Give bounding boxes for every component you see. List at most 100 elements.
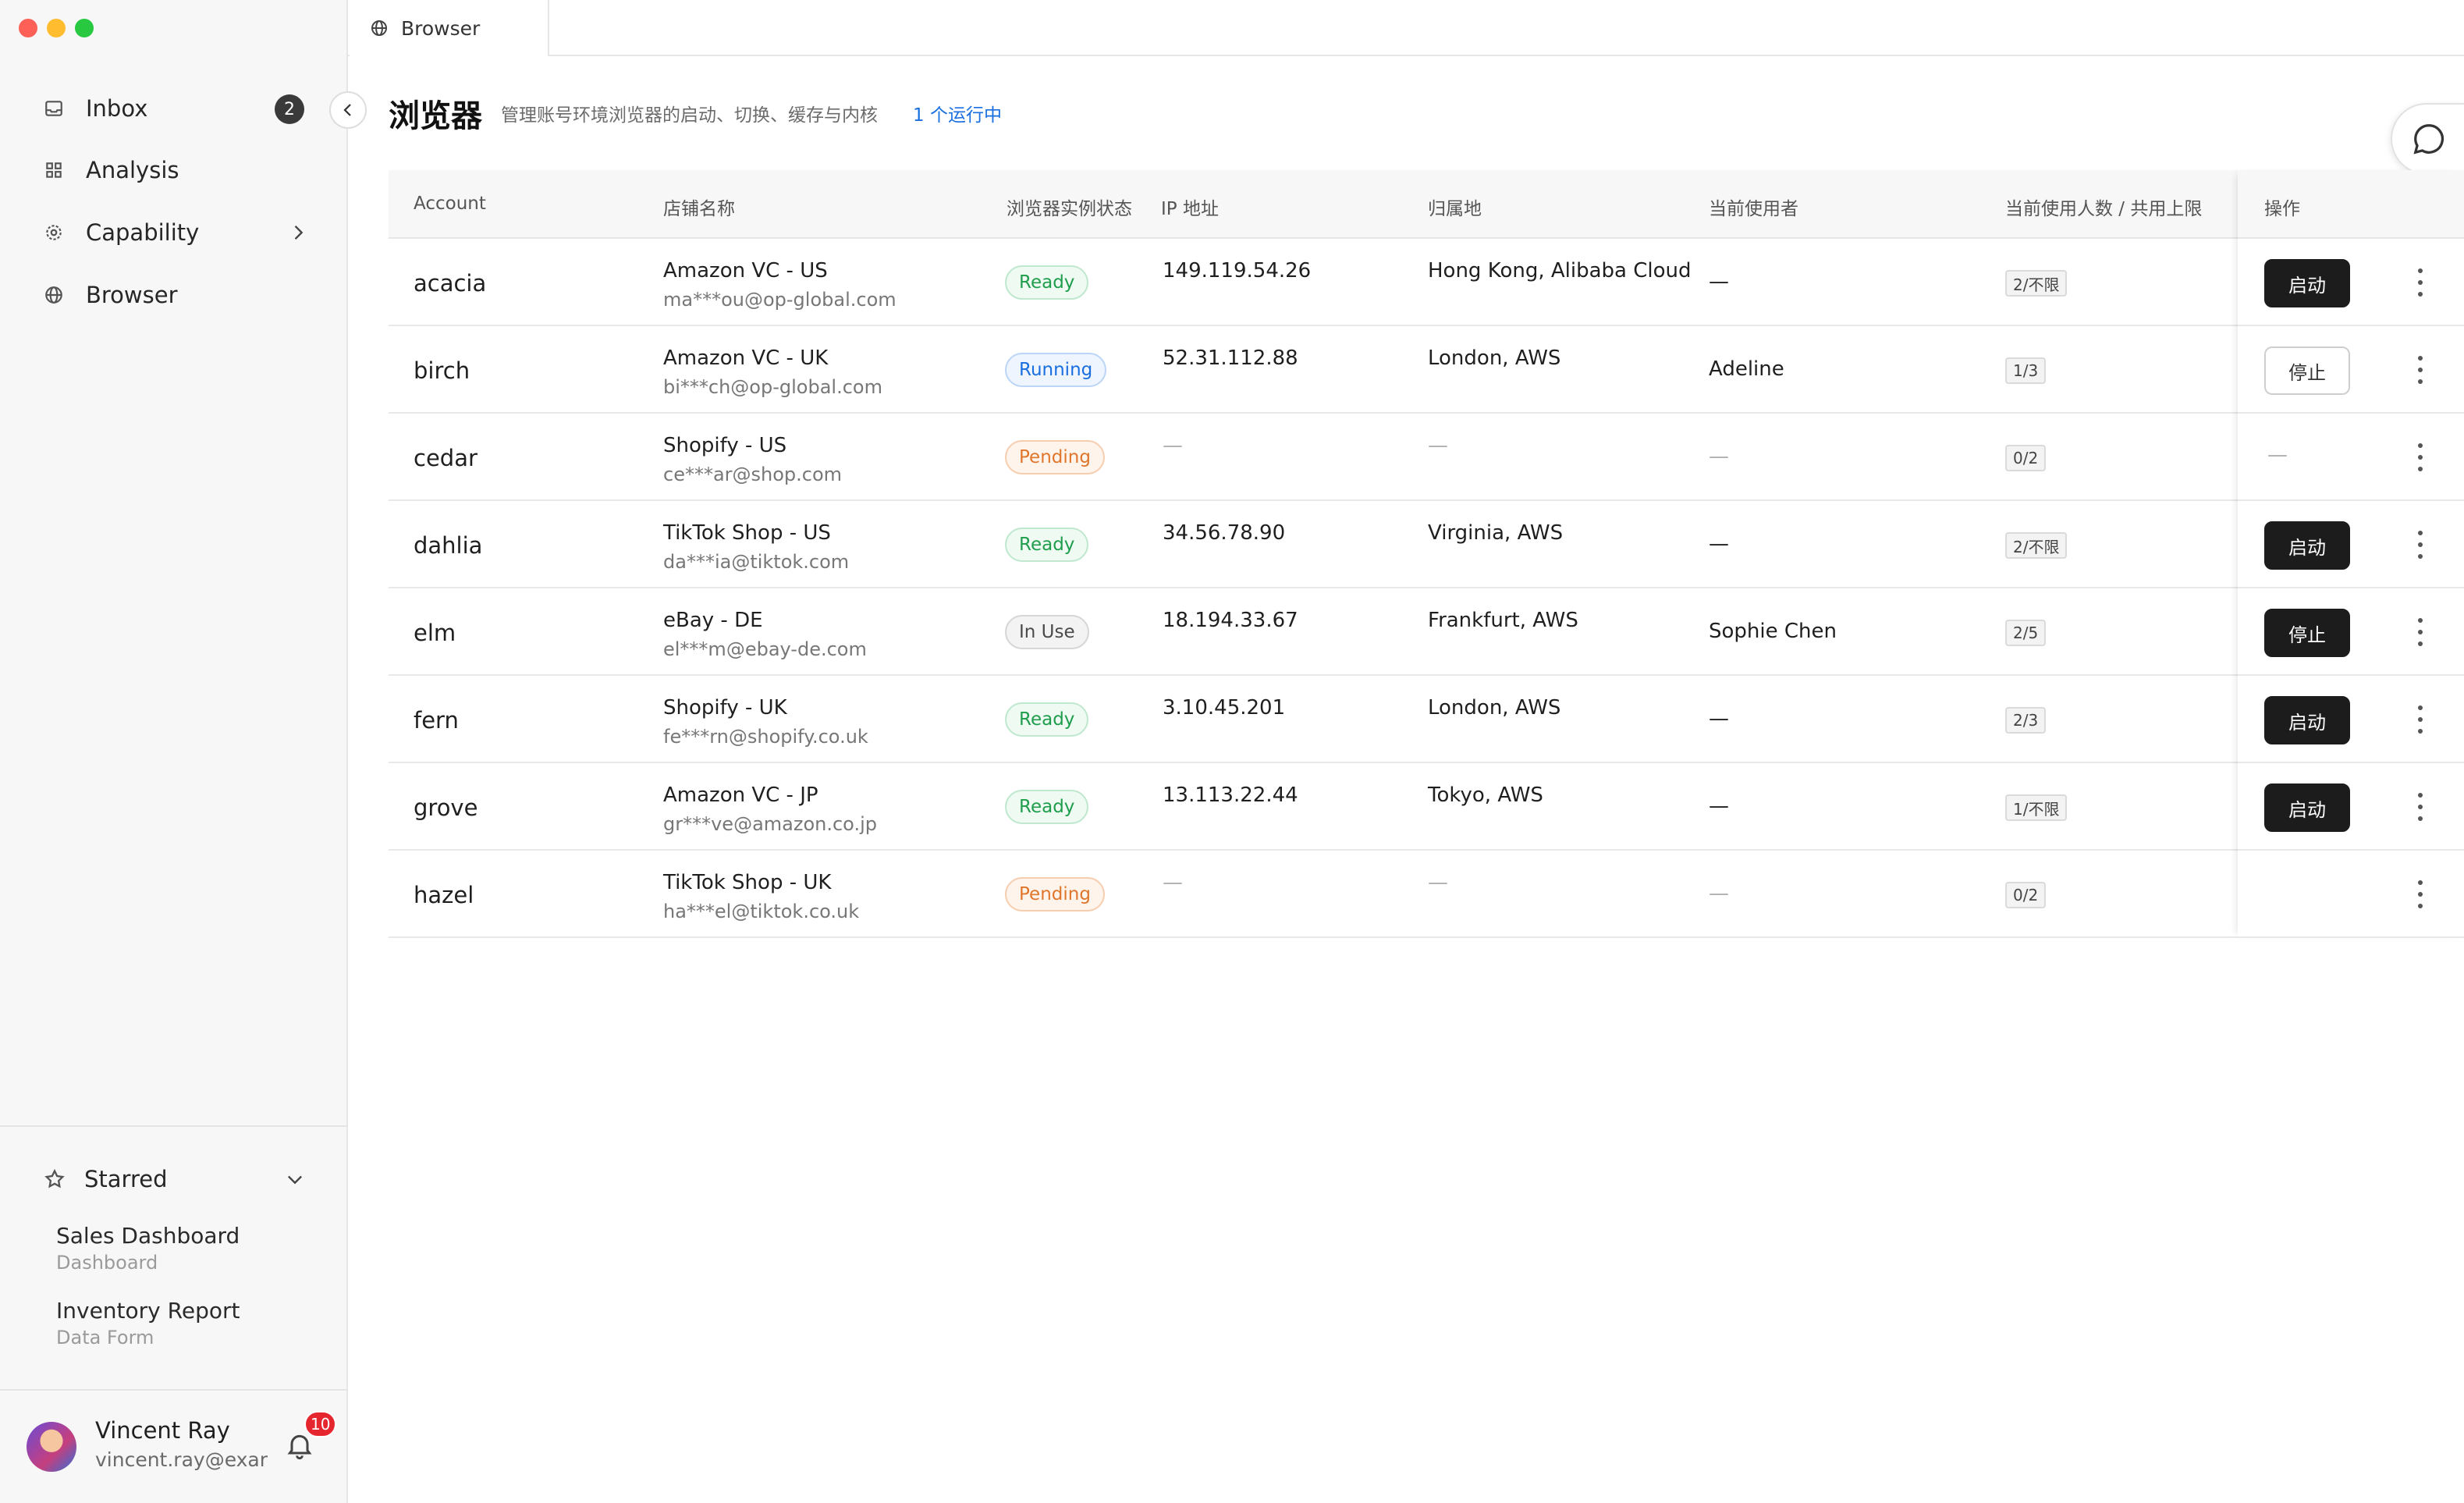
location: —	[1428, 871, 1448, 894]
location: Virginia, AWS	[1428, 521, 1564, 545]
chat-bubble-icon	[2413, 124, 2444, 155]
account-name: elm	[414, 620, 456, 646]
table-row[interactable]: fern Shopify - UK fe***rn@shopify.co.uk Rea…	[389, 676, 2464, 763]
current-user: —	[1709, 532, 1729, 556]
chevron-left-icon	[343, 104, 351, 116]
status-badge: Pending	[1005, 440, 1105, 474]
store-name: Amazon VC - JP	[663, 783, 818, 807]
ip-address: —	[1163, 434, 1183, 457]
start-button[interactable]: 启动	[2264, 696, 2350, 744]
window-minimize-button[interactable]	[47, 19, 66, 37]
sidebar-divider	[0, 1125, 348, 1127]
more-options-icon[interactable]	[2413, 618, 2428, 646]
no-action-placeholder: —	[2267, 443, 2288, 467]
usage-limit-badge: 2/不限	[2005, 532, 2068, 559]
page-description: 管理账号环境浏览器的启动、切换、缓存与内核	[501, 105, 878, 126]
status-badge: Running	[1005, 353, 1107, 387]
more-options-icon[interactable]	[2413, 705, 2428, 734]
current-user: Adeline	[1709, 357, 1784, 381]
starred-item-title: Inventory Report	[56, 1298, 240, 1324]
stop-button[interactable]: 停止	[2264, 609, 2350, 657]
store-name: TikTok Shop - UK	[663, 871, 832, 894]
more-options-icon[interactable]	[2413, 356, 2428, 384]
globe-icon	[371, 20, 387, 36]
more-options-icon[interactable]	[2413, 443, 2428, 471]
user-profile[interactable]: Vincent Ray vincent.ray@exar 10	[27, 1411, 337, 1478]
current-user: —	[1709, 707, 1729, 730]
status-badge: Pending	[1005, 877, 1105, 911]
status-badge: In Use	[1005, 615, 1089, 649]
account-name: acacia	[414, 270, 487, 297]
action-cell: 启动	[2238, 239, 2464, 326]
star-icon	[44, 1168, 65, 1189]
store-email: ma***ou@op-global.com	[663, 289, 896, 311]
tab-browser[interactable]: Browser	[350, 0, 549, 56]
starred-item-inventory-report[interactable]: Inventory Report Data Form	[56, 1297, 240, 1350]
usage-limit-badge: 0/2	[2005, 882, 2047, 908]
stop-button[interactable]: 停止	[2264, 346, 2350, 395]
table-row[interactable]: acacia Amazon VC - US ma***ou@op-global.co…	[389, 239, 2464, 326]
usage-limit-badge: 1/3	[2005, 357, 2047, 384]
status-badge: Ready	[1005, 528, 1089, 562]
ip-address: 18.194.33.67	[1163, 609, 1298, 632]
notification-badge: 10	[304, 1411, 337, 1437]
more-options-icon[interactable]	[2413, 880, 2428, 908]
ip-address: 52.31.112.88	[1163, 346, 1298, 370]
start-button[interactable]: 启动	[2264, 521, 2350, 570]
table-row[interactable]: cedar Shopify - US ce***ar@shop.com Pending…	[389, 414, 2464, 501]
store-name: eBay - DE	[663, 609, 763, 632]
usage-limit-badge: 2/5	[2005, 620, 2047, 646]
table-row[interactable]: hazel TikTok Shop - UK ha***el@tiktok.co.u…	[389, 851, 2464, 938]
status-badge: Ready	[1005, 265, 1089, 300]
action-cell: 启动	[2238, 763, 2464, 851]
table-row[interactable]: birch Amazon VC - UK bi***ch@op-global.com…	[389, 326, 2464, 414]
starred-item-title: Sales Dashboard	[56, 1223, 240, 1249]
location: Hong Kong, Alibaba Cloud	[1428, 259, 1692, 282]
store-name: Amazon VC - UK	[663, 346, 829, 370]
sidebar-item-inbox[interactable]: Inbox 2	[44, 85, 309, 132]
sidebar-divider	[0, 1389, 348, 1391]
ip-address: 3.10.45.201	[1163, 696, 1286, 720]
current-user: —	[1709, 270, 1729, 293]
chat-button[interactable]	[2391, 103, 2464, 175]
account-name: hazel	[414, 882, 474, 908]
sidebar-item-label: Browser	[86, 282, 178, 308]
status-badge: Ready	[1005, 790, 1089, 824]
starred-section-toggle[interactable]: Starred	[44, 1156, 309, 1203]
sidebar-collapse-button[interactable]	[329, 91, 367, 129]
usage-limit-badge: 2/3	[2005, 707, 2047, 734]
sidebar-item-label: Analysis	[86, 157, 179, 183]
window-close-button[interactable]	[19, 19, 37, 37]
running-count-link[interactable]: 1 个运行中	[913, 100, 1002, 126]
gear-icon	[46, 225, 62, 240]
table-row[interactable]: elm eBay - DE el***m@ebay-de.com In Use 18.1…	[389, 588, 2464, 676]
table-row[interactable]: grove Amazon VC - JP gr***ve@amazon.co.jp R…	[389, 763, 2464, 851]
account-name: fern	[414, 707, 459, 734]
column-header-user: 当前使用者	[1709, 199, 1798, 219]
tab-label: Browser	[401, 16, 481, 40]
account-name: birch	[414, 357, 470, 384]
sidebar-item-label: Inbox	[86, 95, 148, 122]
location: London, AWS	[1428, 696, 1561, 720]
more-options-icon[interactable]	[2413, 793, 2428, 821]
action-cell: 启动	[2238, 501, 2464, 588]
start-button[interactable]: 启动	[2264, 783, 2350, 832]
account-name: grove	[414, 794, 478, 821]
more-options-icon[interactable]	[2413, 531, 2428, 559]
table-header: Account 店铺名称 浏览器实例状态 IP 地址 归属地 当前使用者 当前使…	[389, 170, 2464, 239]
starred-item-sales-dashboard[interactable]: Sales Dashboard Dashboard	[56, 1222, 240, 1275]
store-email: bi***ch@op-global.com	[663, 376, 882, 398]
sidebar-item-browser[interactable]: Browser	[44, 272, 309, 318]
location: Frankfurt, AWS	[1428, 609, 1578, 632]
table-row[interactable]: dahlia TikTok Shop - US da***ia@tiktok.com…	[389, 501, 2464, 588]
sidebar-item-analysis[interactable]: Analysis	[44, 147, 309, 194]
more-options-icon[interactable]	[2413, 268, 2428, 297]
sidebar-item-label: Capability	[86, 219, 200, 246]
store-email: da***ia@tiktok.com	[663, 551, 850, 573]
column-header-actions: 操作	[2264, 199, 2300, 219]
column-header-limit: 当前使用人数 / 共用上限	[2005, 199, 2203, 219]
start-button[interactable]: 启动	[2264, 259, 2350, 307]
sidebar-item-capability[interactable]: Capability	[44, 209, 309, 256]
chevron-down-icon	[288, 1175, 302, 1185]
window-zoom-button[interactable]	[75, 19, 94, 37]
